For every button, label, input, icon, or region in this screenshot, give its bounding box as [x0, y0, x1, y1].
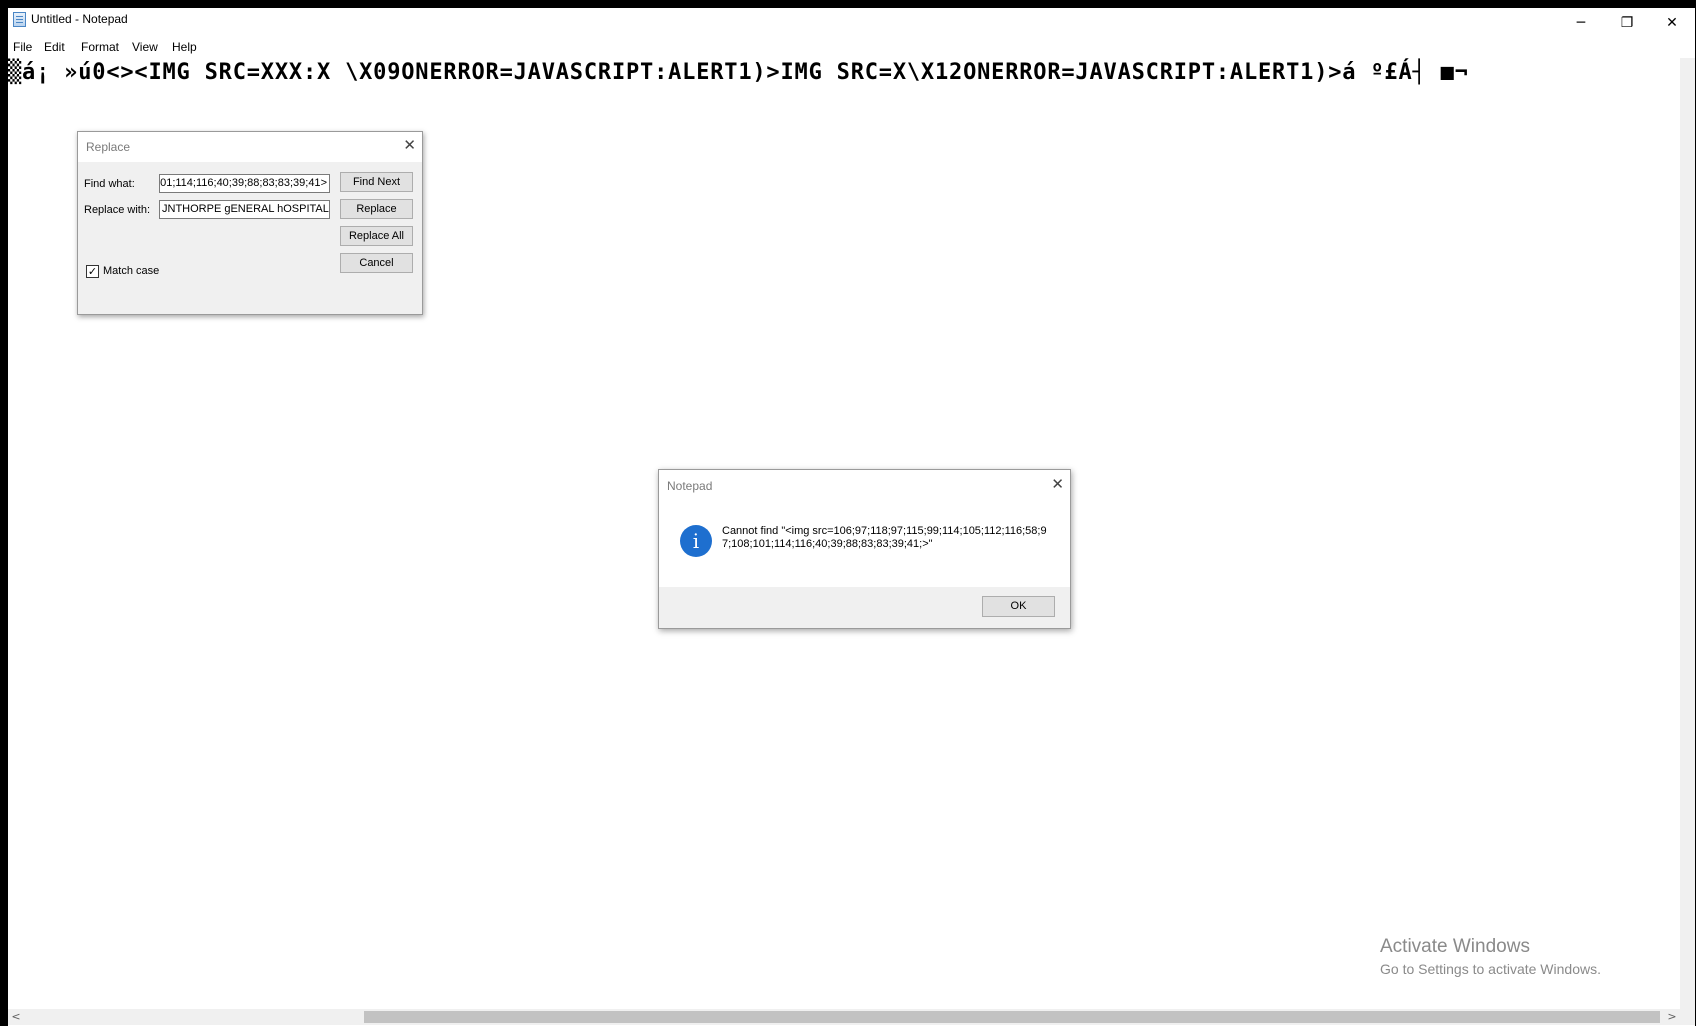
find-what-label: Find what: — [84, 178, 135, 190]
menu-format[interactable]: Format — [81, 40, 119, 54]
cannot-find-dialog: Notepad ✕ i Cannot find "<img src=106;97… — [658, 469, 1071, 629]
match-case-label[interactable]: Match case — [103, 265, 159, 277]
replace-dialog-title: Replace — [86, 140, 131, 154]
editor-content[interactable]: ▒á¡ »ú0<><IMG SRC=XXX:X \X09ONERROR=JAVA… — [8, 60, 1469, 85]
menu-edit[interactable]: Edit — [44, 40, 65, 54]
scroll-left-icon[interactable]: < — [8, 1009, 24, 1025]
notepad-window: Untitled - Notepad ─ ❐ ✕ File Edit Forma… — [8, 8, 1695, 1026]
menu-bar: File Edit Format View Help — [8, 38, 1695, 58]
ok-button[interactable]: OK — [982, 596, 1055, 617]
activate-windows-title: Activate Windows — [1380, 936, 1530, 957]
message-body: Notepad ✕ i Cannot find "<img src=106;97… — [659, 470, 1070, 587]
menu-file[interactable]: File — [13, 40, 32, 54]
cancel-button[interactable]: Cancel — [340, 253, 413, 273]
restore-button[interactable]: ❐ — [1604, 8, 1650, 38]
horizontal-scrollbar[interactable]: < > — [8, 1009, 1680, 1025]
vertical-scrollbar[interactable] — [1680, 58, 1695, 1009]
title-bar[interactable]: Untitled - Notepad ─ ❐ ✕ — [8, 8, 1695, 38]
message-dialog-close-icon[interactable]: ✕ — [1051, 475, 1064, 493]
activate-windows-subtitle: Go to Settings to activate Windows. — [1380, 961, 1601, 977]
notepad-icon — [13, 12, 26, 27]
replace-button[interactable]: Replace — [340, 199, 413, 219]
scrollbar-corner — [1680, 1009, 1695, 1025]
horizontal-scroll-thumb[interactable] — [364, 1011, 1660, 1023]
replace-dialog-title-bar[interactable]: Replace ✕ — [78, 132, 422, 162]
close-button[interactable]: ✕ — [1649, 8, 1695, 38]
replace-with-input[interactable]: JNTHORPE gENERAL hOSPITAL — [159, 200, 330, 219]
menu-help[interactable]: Help — [172, 40, 197, 54]
find-next-button[interactable]: Find Next — [340, 172, 413, 192]
message-text: Cannot find "<img src=106;97;118;97;115;… — [722, 525, 1047, 550]
window-title: Untitled - Notepad — [31, 12, 128, 26]
replace-dialog-close-icon[interactable]: ✕ — [403, 136, 416, 154]
message-dialog-title: Notepad — [667, 479, 713, 493]
minimize-button[interactable]: ─ — [1558, 8, 1604, 38]
info-icon: i — [680, 525, 712, 557]
match-case-checkbox[interactable]: ✓ — [86, 265, 99, 278]
replace-all-button[interactable]: Replace All — [340, 226, 413, 246]
menu-view[interactable]: View — [132, 40, 158, 54]
scroll-right-icon[interactable]: > — [1664, 1009, 1680, 1025]
replace-with-label: Replace with: — [84, 204, 151, 216]
replace-dialog: Replace ✕ Find what: <img src=106;97;118… — [77, 131, 423, 315]
find-what-input[interactable]: <img src=106;97;118;97;115;99;114;105;11… — [159, 174, 330, 193]
